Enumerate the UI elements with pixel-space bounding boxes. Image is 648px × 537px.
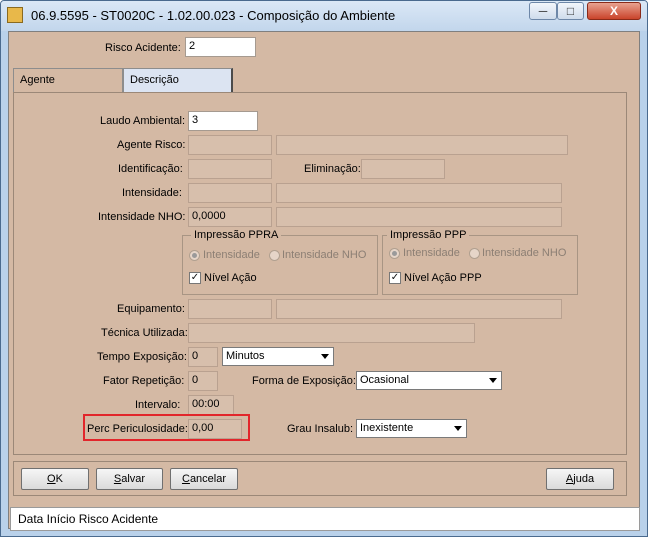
intensidade-field[interactable] bbox=[188, 183, 272, 203]
minimize-button[interactable]: ─ bbox=[529, 2, 557, 20]
tempo-unit-select[interactable]: Minutos bbox=[222, 347, 334, 366]
tempo-exposicao-field[interactable]: 0 bbox=[188, 347, 218, 367]
impressao-ppra-group: Impressão PPRA Intensidade Intensidade N… bbox=[182, 229, 378, 295]
intensidade-nho-label: Intensidade NHO: bbox=[98, 211, 186, 223]
fator-repeticao-field[interactable]: 0 bbox=[188, 371, 218, 391]
ppp-intensidade-label: Intensidade bbox=[403, 247, 460, 259]
forma-exposicao-select[interactable]: Ocasional bbox=[356, 371, 502, 390]
intensidade-nho-desc-field[interactable] bbox=[276, 207, 562, 227]
ppp-intensidade-nho-label: Intensidade NHO bbox=[482, 247, 567, 259]
application-window: 06.9.5595 - ST0020C - 1.02.00.023 - Comp… bbox=[0, 0, 648, 537]
tecnica-label: Técnica Utilizada: bbox=[101, 327, 188, 339]
tecnica-field[interactable] bbox=[188, 323, 475, 343]
laudo-label: Laudo Ambiental: bbox=[100, 115, 186, 127]
impressao-ppp-title: Impressão PPP bbox=[387, 229, 470, 241]
button-bar: OK Salvar Cancelar Ajuda bbox=[13, 461, 627, 496]
dialog-body: Risco Acidente: 2 Agente Descrição Laudo… bbox=[8, 31, 640, 529]
chevron-down-icon bbox=[454, 426, 462, 431]
salvar-label: alvar bbox=[121, 473, 146, 485]
impressao-ppp-group: Impressão PPP Intensidade Intensidade NH… bbox=[382, 229, 578, 295]
ppra-intensidade-nho-label: Intensidade NHO bbox=[282, 249, 367, 261]
ok-button[interactable]: OK bbox=[21, 468, 89, 490]
ppra-nivel-acao-label: Nível Ação bbox=[204, 272, 257, 284]
grau-insalub-value: Inexistente bbox=[360, 422, 414, 434]
ppp-intensidade-radio[interactable] bbox=[389, 248, 400, 259]
risco-acidente-label: Risco Acidente: bbox=[105, 42, 181, 54]
identificacao-label: Identificação: bbox=[118, 163, 183, 175]
forma-exposicao-label: Forma de Exposição: bbox=[252, 375, 356, 387]
intensidade-nho-field[interactable]: 0,0000 bbox=[188, 207, 272, 227]
ajuda-button[interactable]: Ajuda bbox=[546, 468, 614, 490]
grau-insalub-select[interactable]: Inexistente bbox=[356, 419, 467, 438]
tab-descricao[interactable]: Descrição bbox=[123, 68, 233, 92]
close-button[interactable]: X bbox=[587, 2, 641, 20]
ppra-intensidade-label: Intensidade bbox=[203, 249, 260, 261]
equipamento-code-field[interactable] bbox=[188, 299, 272, 319]
forma-exposicao-value: Ocasional bbox=[360, 374, 409, 386]
risco-acidente-field[interactable]: 2 bbox=[185, 37, 256, 57]
ppra-nivel-acao-checkbox[interactable]: ✓ bbox=[189, 272, 201, 284]
agente-panel: Laudo Ambiental: 3 Agente Risco: Identif… bbox=[13, 92, 627, 455]
ppra-intensidade-radio[interactable] bbox=[189, 250, 200, 261]
agente-risco-label: Agente Risco: bbox=[117, 139, 186, 151]
intensidade-desc-field[interactable] bbox=[276, 183, 562, 203]
title-bar: 06.9.5595 - ST0020C - 1.02.00.023 - Comp… bbox=[1, 1, 647, 31]
ppra-intensidade-nho-radio[interactable] bbox=[269, 250, 280, 261]
equipamento-desc-field[interactable] bbox=[276, 299, 562, 319]
ok-label: K bbox=[55, 473, 63, 485]
app-icon bbox=[7, 7, 23, 23]
window-title: 06.9.5595 - ST0020C - 1.02.00.023 - Comp… bbox=[31, 8, 396, 23]
tempo-unit-value: Minutos bbox=[226, 350, 265, 362]
eliminacao-label: Eliminação: bbox=[304, 163, 361, 175]
cancelar-button[interactable]: Cancelar bbox=[170, 468, 238, 490]
identificacao-field[interactable] bbox=[188, 159, 272, 179]
intervalo-field[interactable]: 00:00 bbox=[188, 395, 234, 415]
ok-mnemonic: O bbox=[47, 473, 56, 485]
salvar-button[interactable]: Salvar bbox=[96, 468, 163, 490]
intensidade-label: Intensidade: bbox=[122, 187, 182, 199]
ppp-nivel-acao-checkbox[interactable]: ✓ bbox=[389, 272, 401, 284]
agente-risco-desc-field[interactable] bbox=[276, 135, 568, 155]
agente-risco-code-field[interactable] bbox=[188, 135, 272, 155]
ppp-nivel-acao-label: Nível Ação PPP bbox=[404, 272, 482, 284]
equipamento-label: Equipamento: bbox=[117, 303, 185, 315]
maximize-button[interactable]: □ bbox=[557, 2, 584, 20]
intervalo-label: Intervalo: bbox=[135, 399, 181, 411]
impressao-ppra-title: Impressão PPRA bbox=[191, 229, 282, 241]
cancelar-label: ancelar bbox=[189, 473, 227, 485]
cancelar-mnemonic: C bbox=[181, 473, 190, 485]
eliminacao-field[interactable] bbox=[361, 159, 445, 179]
status-bar: Data Início Risco Acidente bbox=[10, 507, 640, 531]
laudo-field[interactable]: 3 bbox=[188, 111, 258, 131]
chevron-down-icon bbox=[489, 378, 497, 383]
ppp-intensidade-nho-radio[interactable] bbox=[469, 248, 480, 259]
chevron-down-icon bbox=[321, 354, 329, 359]
tab-agente[interactable]: Agente bbox=[13, 68, 123, 92]
highlight-box bbox=[83, 414, 250, 441]
ajuda-label: juda bbox=[573, 473, 595, 485]
grau-insalub-label: Grau Insalub: bbox=[287, 423, 354, 435]
tempo-exposicao-label: Tempo Exposição: bbox=[97, 351, 187, 363]
fator-repeticao-label: Fator Repetição: bbox=[103, 375, 185, 387]
